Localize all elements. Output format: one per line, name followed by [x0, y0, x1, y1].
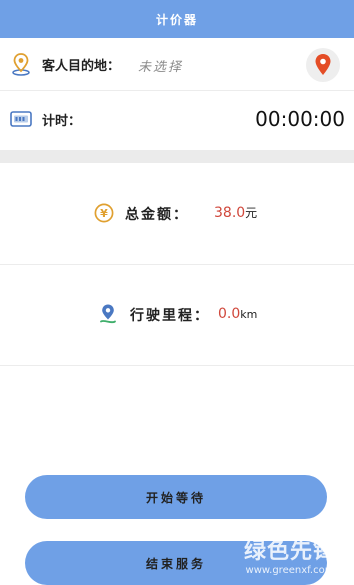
mileage-label: 行驶里程：: [130, 308, 210, 324]
location-pin-icon: [12, 53, 30, 76]
total-amount-value: 38.0元: [214, 204, 257, 221]
currency-unit: 元: [245, 206, 258, 220]
section-divider: [0, 150, 354, 163]
svg-text:¥: ¥: [100, 207, 108, 220]
timer-row: 计时： 00:00:00: [0, 91, 354, 149]
distance-unit: km: [240, 308, 258, 321]
start-wait-button[interactable]: 开始等待: [25, 475, 327, 519]
timer-value: 00:00:00: [255, 107, 345, 131]
total-amount-row: ¥ 总金额： 38.0元: [0, 163, 354, 265]
destination-label: 客人目的地：: [42, 59, 121, 74]
total-amount-number: 38.0: [214, 205, 246, 221]
route-pin-icon: [100, 304, 116, 324]
map-marker-icon: [315, 54, 331, 75]
locate-button[interactable]: [306, 48, 340, 82]
digital-clock-icon: [10, 111, 32, 127]
yuan-coin-icon: ¥: [94, 203, 114, 223]
mileage-row: 行驶里程： 0.0km: [0, 265, 354, 366]
timer-label: 计时：: [42, 114, 82, 129]
total-amount-label: 总金额：: [125, 207, 189, 223]
destination-row[interactable]: 客人目的地： 未选择: [0, 38, 354, 91]
mileage-value: 0.0km: [218, 306, 257, 322]
page-title: 计价器: [155, 12, 198, 27]
watermark-brand: 绿色先锋: [243, 539, 336, 564]
watermark: 绿色先锋 www.greenxf.com: [226, 528, 354, 581]
watermark-url: www.greenxf.com: [245, 565, 335, 576]
mileage-number: 0.0: [218, 306, 241, 322]
title-bar: 计价器: [0, 0, 354, 38]
destination-value[interactable]: 未选择: [138, 56, 183, 75]
